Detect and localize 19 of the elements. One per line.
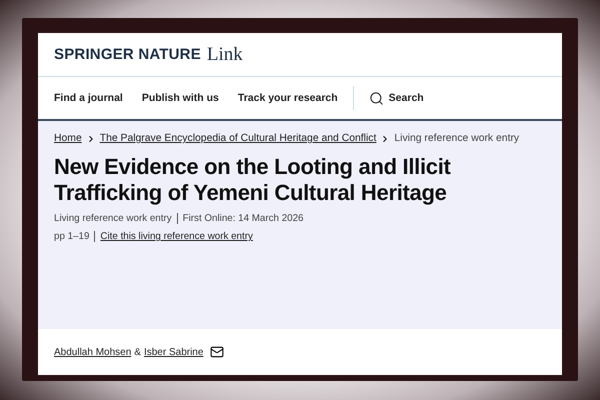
breadcrumb-link[interactable]: Home — [54, 133, 82, 144]
ampersand: & — [134, 346, 141, 358]
breadcrumb-text: Living reference work entry — [394, 133, 520, 144]
logo-product: Link — [206, 44, 243, 66]
logo-brand: SPRINGER NATURE — [54, 46, 201, 63]
mail-icon[interactable] — [210, 345, 224, 359]
meta-text: pp 1–19 — [54, 231, 90, 242]
meta-text: Living reference work entry — [54, 213, 172, 224]
meta-text: First Online: 14 March 2026 — [182, 213, 304, 224]
cite-link[interactable]: Cite this living reference work entry — [100, 231, 253, 242]
article-title: New Evidence on the Looting and Illicit Trafficking of Yemeni Cultural Heritage — [54, 154, 452, 206]
author-link[interactable]: Abdullah Mohsen — [54, 346, 132, 358]
nav-link[interactable]: Track your research — [238, 92, 338, 104]
search-icon — [368, 90, 384, 106]
breadcrumb-link[interactable]: The Palgrave Encyclopedia of Cultural Heritage and Conflict — [100, 133, 376, 144]
author-link[interactable]: Isber Sabrine — [144, 346, 204, 358]
search-button[interactable]: Search — [368, 90, 424, 106]
nav-link[interactable]: Publish with us — [142, 92, 219, 104]
nav-link[interactable]: Find a journal — [54, 92, 123, 104]
